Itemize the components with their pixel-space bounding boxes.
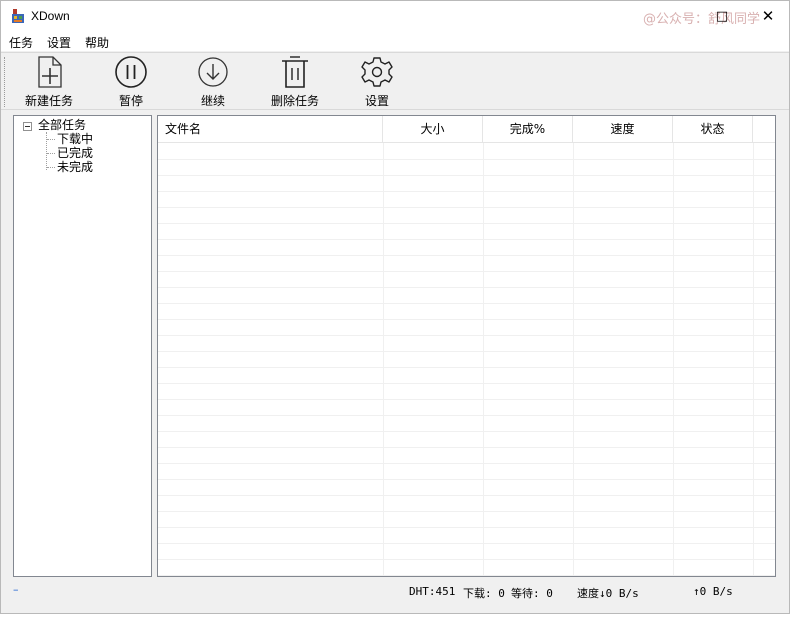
- grid-row-line: [158, 447, 775, 448]
- task-list[interactable]: 文件名 大小 完成% 速度 状态: [157, 115, 776, 577]
- new-task-button[interactable]: 新建任务: [23, 55, 75, 109]
- grid-row-line: [158, 335, 775, 336]
- maximize-button[interactable]: □: [707, 1, 737, 31]
- grid-row-line: [158, 559, 775, 560]
- watermark-text: @公众号：舒风同学: [643, 12, 761, 27]
- pause-label: 暂停: [118, 94, 143, 108]
- grid-row-line: [158, 367, 775, 368]
- list-header: 文件名 大小 完成% 速度 状态: [158, 116, 775, 143]
- grid-row-line: [158, 399, 775, 400]
- tree-item-completed[interactable]: 已完成: [57, 146, 93, 160]
- delete-task-label: 删除任务: [270, 94, 319, 108]
- menu-task[interactable]: 任务: [9, 34, 33, 51]
- tree-connector: [47, 153, 55, 154]
- grid-row-line: [158, 543, 775, 544]
- column-header-status[interactable]: 状态: [673, 116, 753, 143]
- gear-icon: [361, 57, 393, 87]
- grid-row-line: [158, 239, 775, 240]
- maximize-icon: □: [715, 8, 729, 24]
- menu-bar: 任务 设置 帮助: [1, 31, 789, 51]
- tree-item-all-tasks[interactable]: 全部任务: [38, 118, 86, 132]
- title-bar: XDown @公众号：舒风同学 □ ✕: [1, 1, 789, 31]
- grid-column-line: [753, 143, 754, 576]
- grid-row-line: [158, 159, 775, 160]
- grid-row-line: [158, 495, 775, 496]
- task-category-tree: 全部任务 下载中 已完成 未完成: [13, 115, 152, 577]
- grid-row-line: [158, 431, 775, 432]
- grid-row-line: [158, 351, 775, 352]
- status-indicator: –: [13, 583, 19, 596]
- status-download-speed: 速度↓0 B/s: [577, 587, 639, 600]
- column-header-progress[interactable]: 完成%: [483, 116, 573, 143]
- tree-item-incomplete[interactable]: 未完成: [57, 160, 93, 174]
- pause-button[interactable]: 暂停: [110, 55, 152, 109]
- status-downloading: 下载: 0: [463, 587, 505, 600]
- menu-help[interactable]: 帮助: [85, 34, 109, 51]
- resume-button[interactable]: 继续: [192, 55, 234, 109]
- resume-label: 继续: [200, 94, 225, 108]
- grid-row-line: [158, 463, 775, 464]
- column-speed-label: 速度: [610, 122, 635, 136]
- column-filename-label: 文件名: [165, 122, 202, 136]
- menu-settings[interactable]: 设置: [47, 34, 71, 51]
- grid-row-line: [158, 191, 775, 192]
- collapse-toggle-icon[interactable]: [23, 122, 32, 131]
- grid-row-line: [158, 319, 775, 320]
- column-header-size[interactable]: 大小: [383, 116, 483, 143]
- grid-row-line: [158, 575, 775, 576]
- grid-row-line: [158, 303, 775, 304]
- status-waiting: 等待: 0: [511, 587, 553, 600]
- column-size-label: 大小: [420, 122, 445, 136]
- toolbar-grip[interactable]: [4, 57, 6, 107]
- grid-row-line: [158, 207, 775, 208]
- download-arrow-icon: [198, 57, 228, 87]
- new-task-label: 新建任务: [24, 94, 73, 108]
- delete-task-button[interactable]: 删除任务: [267, 55, 323, 109]
- toolbar: 新建任务 暂停 继续 删除任务 设置: [1, 52, 789, 110]
- column-header-speed[interactable]: 速度: [573, 116, 673, 143]
- column-header-filename[interactable]: 文件名: [158, 116, 383, 143]
- grid-row-line: [158, 511, 775, 512]
- status-upload-speed: ↑0 B/s: [693, 585, 733, 598]
- pause-icon: [115, 56, 147, 88]
- grid-row-line: [158, 287, 775, 288]
- column-status-label: 状态: [700, 122, 725, 136]
- grid-row-line: [158, 479, 775, 480]
- column-progress-label: 完成%: [509, 122, 546, 136]
- grid-column-line: [573, 143, 574, 576]
- grid-column-line: [673, 143, 674, 576]
- status-dht: DHT:451: [409, 585, 456, 598]
- tree-connector: [47, 139, 55, 140]
- grid-row-line: [158, 383, 775, 384]
- grid-column-line: [383, 143, 384, 576]
- grid-row-line: [158, 527, 775, 528]
- tree-connector: [46, 132, 47, 170]
- grid-row-line: [158, 255, 775, 256]
- grid-row-line: [158, 175, 775, 176]
- app-window: XDown @公众号：舒风同学 □ ✕ 任务 设置 帮助 新建任务 暂停 继续 …: [0, 0, 790, 614]
- trash-icon: [282, 56, 308, 88]
- settings-label: 设置: [364, 94, 389, 108]
- settings-button[interactable]: 设置: [357, 55, 397, 109]
- new-file-icon: [38, 56, 62, 88]
- close-button[interactable]: ✕: [753, 1, 783, 31]
- app-logo-icon: [12, 9, 24, 23]
- status-bar: – DHT:451 下载: 0 等待: 0 速度↓0 B/s ↑0 B/s: [1, 579, 789, 603]
- tree-item-downloading[interactable]: 下载中: [57, 132, 93, 146]
- tree-connector: [47, 167, 55, 168]
- close-icon: ✕: [761, 7, 775, 25]
- grid-row-line: [158, 223, 775, 224]
- grid-row-line: [158, 415, 775, 416]
- grid-column-line: [483, 143, 484, 576]
- window-title: XDown: [31, 9, 70, 23]
- grid-row-line: [158, 271, 775, 272]
